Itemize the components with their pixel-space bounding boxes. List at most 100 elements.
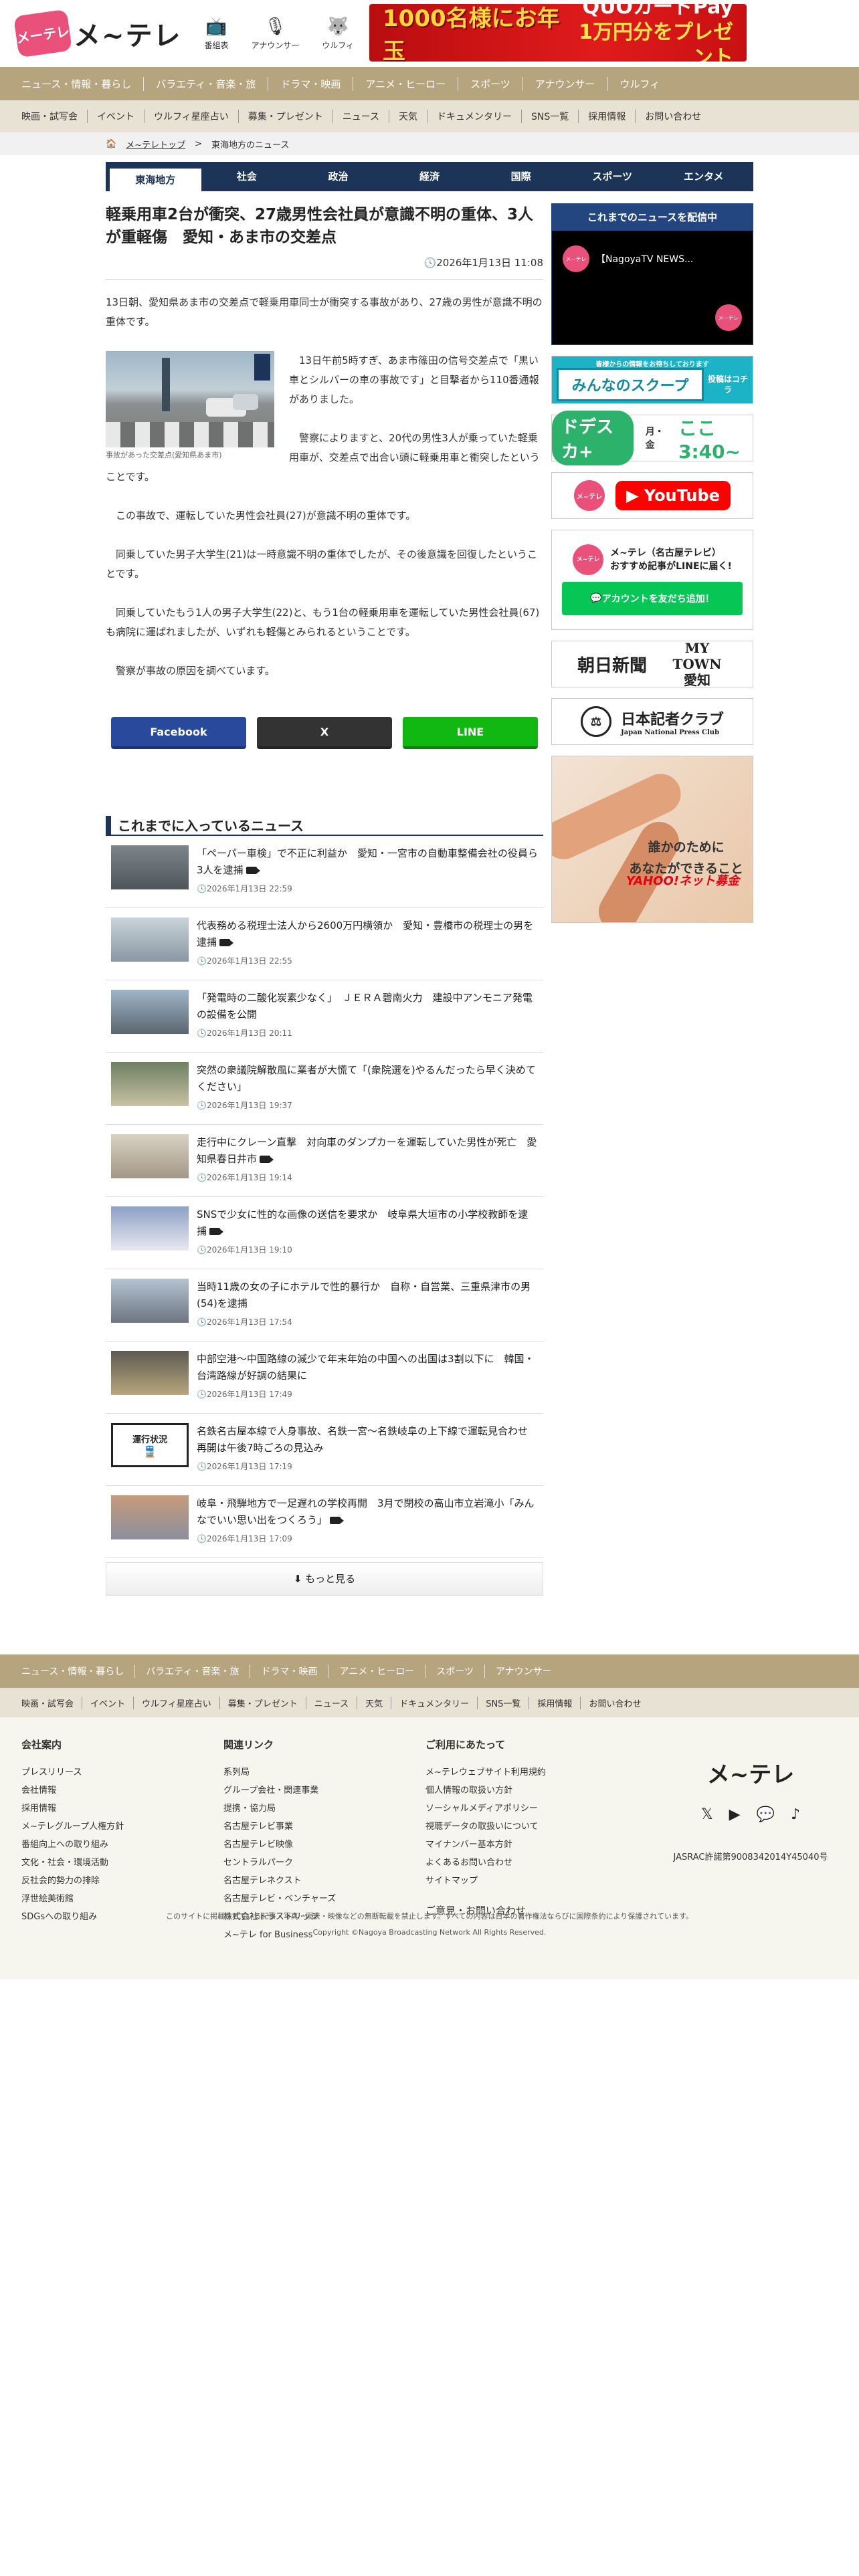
footer-link[interactable]: グループ会社・関連事業 [223,1782,425,1800]
yahoo-donation-banner[interactable]: 誰かのために あなたができること YAHOO!ネット募金 [551,756,753,923]
article-figure[interactable]: 事故があった交差点(愛知県あま市) [106,351,274,461]
footer-col-title: 関連リンク [223,1739,274,1751]
share-x-button[interactable]: X [257,717,392,749]
footer-nav-variety[interactable]: バラエティ・音楽・旅 [135,1665,251,1678]
footer-nav2-horoscope[interactable]: ウルフィ星座占い [134,1696,220,1709]
press-club-banner[interactable]: ⚖ 日本記者クラブ Japan National Press Club [551,698,753,745]
news-item[interactable]: 「発電時の二酸化炭素少なく」 ＪＥＲＡ碧南火力 建設中アンモニア発電の設備を公開… [106,980,543,1053]
footer-nav2-weather[interactable]: 天気 [357,1696,392,1709]
news-item[interactable]: 中部空港〜中国路線の減少で年末年始の中国への出国は3割以下に 韓国・台湾路線が好… [106,1341,543,1414]
footer-link[interactable]: マイナンバー基本方針 [425,1836,628,1854]
nav2-news[interactable]: ニュース [333,110,390,123]
footer-nav2-movie[interactable]: 映画・試写会 [19,1696,83,1709]
nav-drama[interactable]: ドラマ・映画 [268,76,354,91]
x-icon[interactable]: 𝕏 [701,1806,713,1823]
more-button[interactable]: ⬇ もっと見る [106,1562,543,1596]
footer-nav2-documentary[interactable]: ドキュメンタリー [391,1696,478,1709]
footer-link[interactable]: 名古屋テレビ・ベンチャーズ [223,1890,425,1908]
footer-nav-sports[interactable]: スポーツ [425,1665,485,1678]
news-item[interactable]: 当時11歳の女の子にホテルで性的暴行か 自称・自営業、三重県津市の男(54)を逮… [106,1269,543,1341]
footer-link[interactable]: 提携・協力局 [223,1800,425,1818]
footer-link[interactable]: 名古屋テレビ映像 [223,1836,425,1854]
footer-nav2-event[interactable]: イベント [82,1696,134,1709]
promo-banner[interactable]: 1000名様にお年玉 QUOカードPay 1万円分をプレゼント [369,4,747,62]
news-item[interactable]: 走行中にクレーン直撃 対向車のダンプカーを運転していた男性が死亡 愛知県春日井市… [106,1125,543,1197]
footer-link[interactable]: 系列局 [223,1763,425,1782]
news-item-title: 中部空港〜中国路線の減少で年末年始の中国への出国は3割以下に 韓国・台湾路線が好… [197,1353,535,1382]
site-logo[interactable]: メーテレ メ~テレ [13,9,182,58]
footer-link[interactable]: セントラルパーク [223,1854,425,1872]
tab-economy[interactable]: 経済 [384,162,476,191]
news-item[interactable]: 突然の衆議院解散風に業者が大慌て「(衆院選を)やるんだったら早く決めてください」… [106,1053,543,1125]
tiktok-icon[interactable]: ♪ [791,1806,800,1823]
asahi-banner[interactable]: 朝日新聞 MY TOWN 愛知 [551,640,753,688]
nav-announcer[interactable]: アナウンサー [523,76,608,91]
youtube-icon[interactable]: ▶ [729,1806,741,1823]
footer-nav2-sns[interactable]: SNS一覧 [478,1696,530,1709]
video-widget[interactable]: これまでのニュースを配信中 メ~テレ 【NagoyaTV NEWS... メ~テレ [551,203,753,345]
tab-entertainment[interactable]: エンタメ [658,162,749,191]
footer-nav2-news[interactable]: ニュース [306,1696,358,1709]
nav-anime[interactable]: アニメ・ヒーロー [353,76,459,91]
line-icon[interactable]: 💬 [757,1806,775,1823]
breadcrumb-home[interactable]: メ~テレトップ [126,138,185,150]
line-add-friend-button[interactable]: 💬 アカウントを友だち追加！ [562,582,743,615]
nav2-contact[interactable]: お問い合わせ [636,110,710,123]
footer-link[interactable]: メ~テレウェブサイト利用規約 [425,1763,628,1782]
nav2-horoscope[interactable]: ウルフィ星座占い [145,110,239,123]
nav2-recruit[interactable]: 採用情報 [579,110,636,123]
nav-variety[interactable]: バラエティ・音楽・旅 [144,76,269,91]
news-item[interactable]: 「ペーパー車検」で不正に利益か 愛知・一宮市の自動車整備会社の役員ら3人を逮捕 🕓… [106,836,543,908]
news-item[interactable]: 岐阜・飛騨地方で一足遅れの学校再開 3月で閉校の高山市立岩滝小「みんなでいい思い… [106,1486,543,1558]
tab-politics[interactable]: 政治 [292,162,384,191]
footer-link[interactable]: 名古屋テレビ事業 [223,1818,425,1836]
news-item[interactable]: SNSで少女に性的な画像の送信を要求か 岐阜県大垣市の小学校教師を逮捕 🕓2026… [106,1197,543,1269]
footer-link[interactable]: メ~テレグループ人権方針 [21,1818,223,1836]
share-facebook-button[interactable]: Facebook [111,717,246,749]
nav2-documentary[interactable]: ドキュメンタリー [427,110,522,123]
footer-link[interactable]: プレスリリース [21,1763,223,1782]
youtube-banner[interactable]: メ~テレ ▶ YouTube [551,472,753,519]
footer-nav2-recruit[interactable]: 採用情報 [529,1696,581,1709]
nav2-weather[interactable]: 天気 [389,110,428,123]
footer-link[interactable]: 採用情報 [21,1800,223,1818]
news-item[interactable]: 代表務める税理士法人から2600万円横領か 愛知・豊橋市の税理士の男を逮捕 🕓20… [106,908,543,980]
tab-international[interactable]: 国際 [475,162,567,191]
footer-link[interactable]: 文化・社会・環境活動 [21,1854,223,1872]
footer-nav-anime[interactable]: アニメ・ヒーロー [328,1665,426,1678]
video-player[interactable]: メ~テレ 【NagoyaTV NEWS... メ~テレ [552,231,753,344]
footer-logo[interactable]: メ~テレ [664,1756,838,1789]
footer-nav2-present[interactable]: 募集・プレゼント [220,1696,306,1709]
footer-link[interactable]: 会社情報 [21,1782,223,1800]
footer-link[interactable]: 視聴データの取扱いについて [425,1818,628,1836]
dosu-banner[interactable]: ドデスカ+ 月・金 ここ3:40~ [551,411,753,465]
tab-sports[interactable]: スポーツ [567,162,658,191]
nav2-present[interactable]: 募集・プレゼント [239,110,333,123]
footer-link[interactable]: 反社会的勢力の排除 [21,1872,223,1890]
footer-link[interactable]: 名古屋テレネクスト [223,1872,425,1890]
nav2-movie[interactable]: 映画・試写会 [19,110,88,123]
nav-news[interactable]: ニュース・情報・暮らし [19,76,145,91]
footer-link[interactable]: 個人情報の取扱い方針 [425,1782,628,1800]
footer-nav-drama[interactable]: ドラマ・映画 [250,1665,329,1678]
announcer-link[interactable]: 🎙 アナウンサー [252,17,300,51]
tab-tokai[interactable]: 東海地方 [110,166,201,191]
footer-nav2-contact[interactable]: お問い合わせ [581,1697,649,1709]
footer-link[interactable]: サイトマップ [425,1872,628,1890]
nav2-event[interactable]: イベント [88,110,145,123]
footer-link[interactable]: 番組向上への取り組み [21,1836,223,1854]
nav-sports[interactable]: スポーツ [458,76,523,91]
tv-guide-link[interactable]: 📺 番組表 [205,17,229,51]
footer-nav-announcer[interactable]: アナウンサー [485,1665,563,1678]
news-item[interactable]: 運行状況 🚆 名鉄名古屋本線で人身事故、名鉄一宮〜名鉄岐阜の上下線で運転見合わせ 再… [106,1414,543,1486]
footer-link[interactable]: 浮世絵美術館 [21,1890,223,1908]
nav-wolfy[interactable]: ウルフィ [608,77,672,91]
share-line-button[interactable]: LINE [403,717,538,749]
tab-society[interactable]: 社会 [201,162,293,191]
wolfy-link[interactable]: 🐺 ウルフィ [322,17,354,51]
nav2-sns[interactable]: SNS一覧 [522,110,579,123]
footer-nav-news[interactable]: ニュース・情報・暮らし [19,1665,136,1678]
footer-link[interactable]: ソーシャルメディアポリシー [425,1800,628,1818]
scoop-banner[interactable]: 皆様からの情報をお待ちしております みんなのスクープ 投稿はコチラ [551,356,753,404]
footer-link[interactable]: よくあるお問い合わせ [425,1854,628,1872]
